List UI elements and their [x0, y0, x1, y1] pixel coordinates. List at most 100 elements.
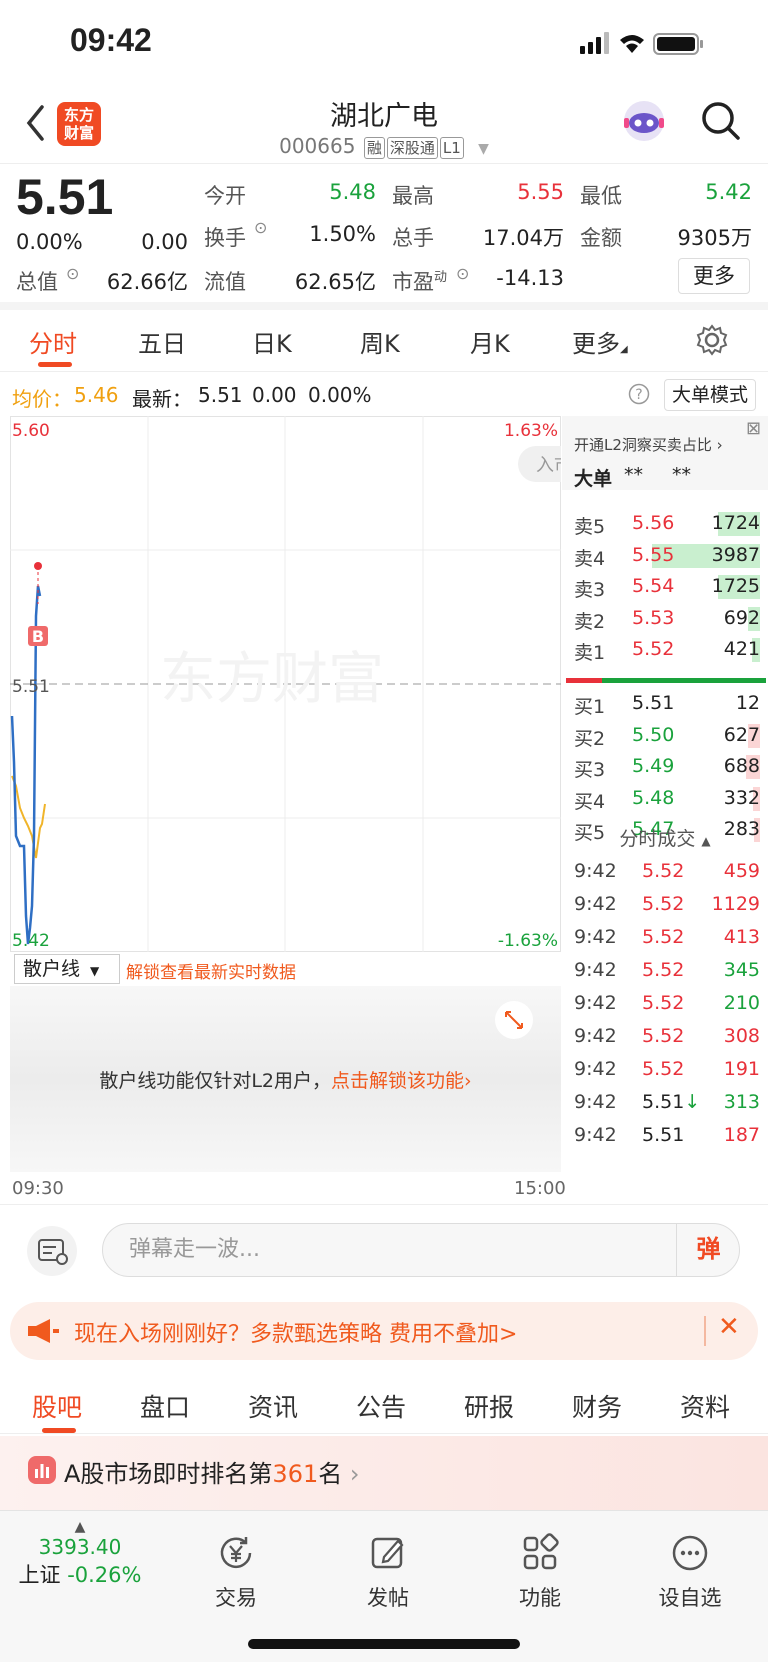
tab-order-panel[interactable]: 盘口 — [140, 1388, 190, 1424]
intraday-info-bar: 均价： 5.46 最新： 5.51 0.00 0.00% ? 大单模式 — [0, 375, 768, 415]
bid-row[interactable]: 买3 5.49 688 — [562, 751, 768, 783]
nav-functions[interactable]: 功能 — [490, 1533, 590, 1612]
tab-forum[interactable]: 股吧 — [32, 1388, 82, 1424]
trade-row: 9:42 5.52 459 — [562, 856, 768, 888]
danmaku-toggle-button[interactable]: 弹 — [676, 1223, 740, 1277]
index-value: 3393.40 — [38, 1535, 122, 1559]
ask-row[interactable]: 卖3 5.54 1725 — [562, 571, 768, 603]
more-dots-icon — [672, 1535, 708, 1571]
amount-value: 9305万 — [677, 226, 752, 250]
tab-announcements[interactable]: 公告 — [356, 1388, 406, 1424]
tab-research[interactable]: 研报 — [464, 1388, 514, 1424]
ask-row[interactable]: 卖1 5.52 421 — [562, 634, 768, 666]
ask-row[interactable]: 卖4 5.55 3987 — [562, 540, 768, 572]
trade-time: 9:42 — [574, 992, 617, 1014]
market-ranking-banner[interactable]: A股市场即时排名第361名 › — [0, 1436, 768, 1516]
y-mid-label: 5.51 — [12, 677, 50, 697]
trade-row: 9:42 5.51 187 — [562, 1120, 768, 1152]
nav-post[interactable]: 发帖 — [338, 1533, 438, 1612]
megaphone-icon — [28, 1319, 59, 1343]
close-icon[interactable]: ⊠ — [746, 418, 761, 439]
nav-trade[interactable]: 交易 — [186, 1533, 286, 1612]
big-order-mode-button[interactable]: 大单模式 — [664, 379, 756, 411]
danmaku-list-icon[interactable] — [26, 1225, 78, 1277]
more-button[interactable]: 更多 — [678, 258, 750, 294]
trade-price: 5.52 — [642, 1058, 685, 1080]
trade-time: 9:42 — [574, 1091, 617, 1113]
tab-underline — [38, 362, 72, 367]
info-icon[interactable]: ⊙ — [66, 264, 79, 283]
tab-finance[interactable]: 财务 — [572, 1388, 622, 1424]
settings-gear-icon[interactable] — [696, 324, 728, 356]
pct-min-label: -1.63% — [498, 931, 558, 951]
level-price: 5.49 — [632, 755, 675, 777]
tab-daily-k[interactable]: 日K — [252, 324, 292, 359]
retail-line-select[interactable]: 散户线 ▼ — [14, 954, 120, 984]
chart-canvas: 东方财富 B 5.60 5.51 5.42 1.63% -1.63% 入市 — [10, 416, 578, 952]
pe-label: 市盈动 — [392, 270, 448, 294]
index-quote[interactable]: ▲ 3393.40 上证 -0.26% — [10, 1519, 150, 1589]
retail-unlock-hint[interactable]: 解锁查看最新实时数据 — [126, 958, 296, 983]
nav-add-watchlist[interactable]: 设自选 — [640, 1533, 740, 1612]
status-icons — [580, 32, 703, 55]
unlock-link[interactable]: 点击解锁该功能› — [331, 1070, 472, 1092]
mcap-value: 62.66亿 — [106, 270, 188, 294]
buy-sell-ratio-bar — [566, 678, 766, 683]
latest-label: 最新： — [132, 387, 192, 411]
level-price: 5.55 — [632, 543, 675, 566]
trade-marker-dot — [34, 562, 42, 570]
trade-volume: 459 — [723, 860, 760, 882]
tab-more[interactable]: 更多◢ — [572, 324, 628, 359]
level-volume: 421 — [723, 638, 760, 660]
ask-row[interactable]: 卖5 5.56 1724 — [562, 508, 768, 540]
expand-icon[interactable] — [494, 1000, 534, 1040]
tab-profile[interactable]: 资料 — [680, 1388, 730, 1424]
robot-assistant-icon[interactable] — [622, 98, 666, 144]
level-label: 买3 — [574, 759, 606, 781]
close-icon[interactable]: ✕ — [718, 1312, 740, 1342]
trade-price: 5.51↓ — [642, 1091, 701, 1113]
info-icon[interactable]: ⊙ — [456, 264, 469, 283]
low-label: 最低 — [580, 184, 622, 208]
help-icon[interactable]: ? — [628, 383, 650, 405]
trade-volume: 187 — [723, 1124, 760, 1146]
pe-value: -14.13 — [496, 266, 564, 290]
level-volume: 688 — [723, 755, 760, 777]
promo-banner[interactable]: 现在入场刚刚好？多款甄选策略 费用不叠加> ✕ — [10, 1302, 758, 1360]
level-price: 5.54 — [632, 575, 675, 597]
level-label: 卖1 — [574, 642, 606, 664]
trades-title[interactable]: 分时成交 ▲ — [562, 824, 768, 851]
tab-monthly-k[interactable]: 月K — [470, 324, 510, 359]
down-arrow-icon: ↓ — [684, 1091, 701, 1113]
bid-row[interactable]: 买2 5.50 627 — [562, 720, 768, 752]
intraday-chart[interactable]: 东方财富 B 5.60 5.51 5.42 1.63% -1.63% 入市 — [10, 416, 578, 952]
level-tag: L1 — [439, 137, 464, 159]
danmaku-input[interactable]: 弹幕走一波... — [102, 1223, 740, 1277]
tab-news[interactable]: 资讯 — [248, 1388, 298, 1424]
bid-row[interactable]: 买4 5.48 332 — [562, 783, 768, 815]
tab-weekly-k[interactable]: 周K — [360, 324, 400, 359]
level-volume: 1724 — [711, 512, 760, 534]
mcap-label: 总值 — [16, 270, 58, 294]
tab-five-day[interactable]: 五日 — [138, 324, 186, 359]
info-icon[interactable]: ⊙ — [254, 218, 267, 237]
retail-line-panel: 散户线功能仅针对L2用户，点击解锁该功能› — [10, 986, 561, 1172]
ask-row[interactable]: 卖2 5.53 692 — [562, 603, 768, 635]
low-value: 5.42 — [705, 180, 752, 204]
promo-text: 现在入场刚刚好？多款甄选策略 费用不叠加> — [74, 1322, 518, 1347]
tab-intraday[interactable]: 分时 — [29, 324, 77, 359]
high-label: 最高 — [392, 184, 434, 208]
float-value: 62.65亿 — [294, 270, 376, 294]
level-price: 5.56 — [632, 512, 675, 534]
trade-time: 9:42 — [574, 860, 617, 882]
trade-volume: 191 — [723, 1058, 760, 1080]
trade-row: 9:42 5.52 345 — [562, 955, 768, 987]
bid-row[interactable]: 买1 5.51 12 — [562, 688, 768, 720]
connect-tag: 深股通 — [386, 137, 438, 159]
l2-banner-text: 开通L2洞察买卖占比 › — [574, 436, 723, 454]
high-value: 5.55 — [517, 180, 564, 204]
trade-volume: 345 — [723, 959, 760, 981]
level-volume: 692 — [723, 606, 760, 629]
search-icon[interactable] — [700, 100, 742, 142]
trade-time: 9:42 — [574, 1058, 617, 1080]
